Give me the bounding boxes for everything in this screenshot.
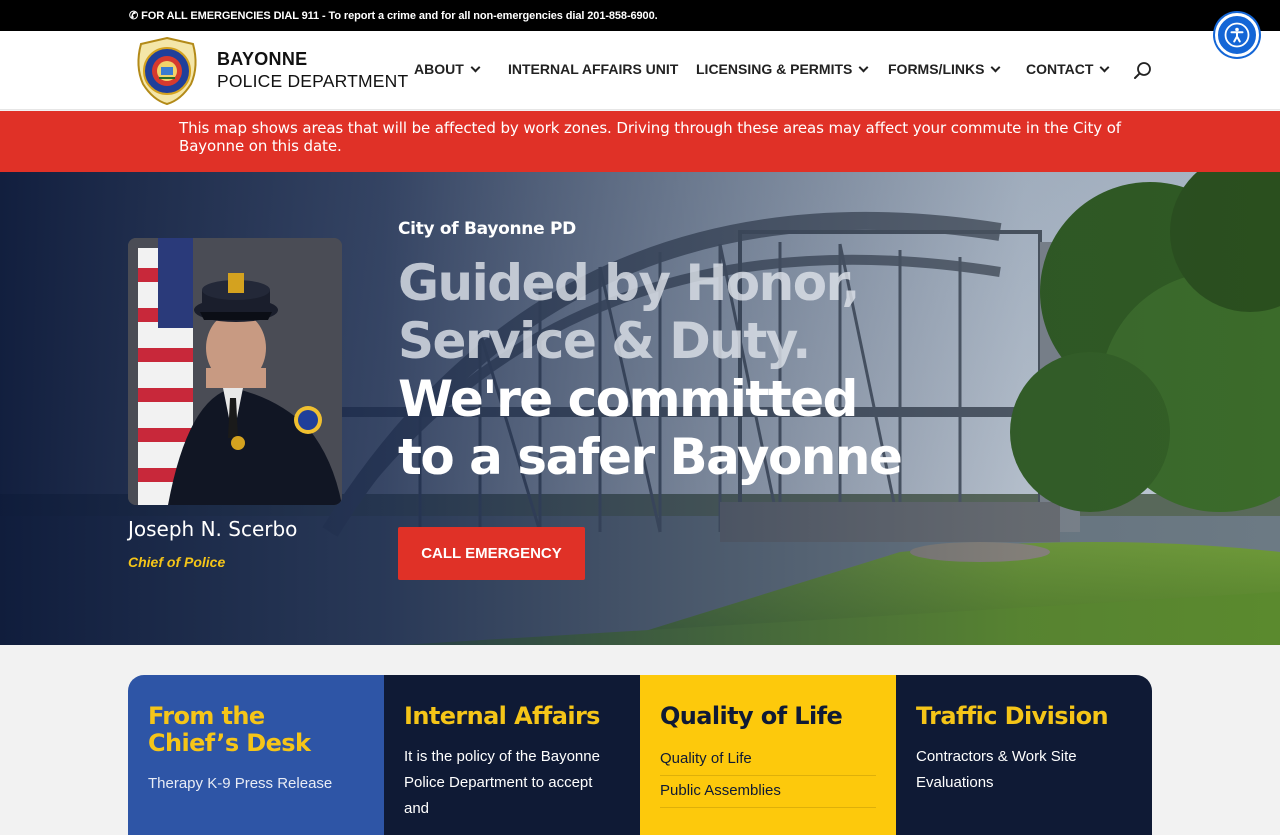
- chevron-down-icon: [1099, 62, 1110, 72]
- headline-solid-line-2: to a safer Bayonne: [398, 428, 903, 486]
- nav-item-licensing[interactable]: LICENSING & PERMITS: [696, 61, 869, 77]
- headline-faded-line-1: Guided by Honor,: [398, 254, 860, 312]
- hero-section: Joseph N. Scerbo Chief of Police City of…: [0, 172, 1280, 645]
- emergency-message-text: FOR ALL EMERGENCIES DIAL 911 - To report…: [141, 10, 658, 22]
- nav-item-label: FORMS/LINKS: [888, 61, 985, 77]
- card-link-quality-of-life[interactable]: Quality of Life: [660, 744, 876, 776]
- nav-item-about[interactable]: ABOUT: [414, 61, 481, 77]
- brand-line-2: POLICE DEPARTMENT: [217, 71, 409, 91]
- nav-item-internal-affairs[interactable]: INTERNAL AFFAIRS UNIT: [508, 61, 678, 77]
- nav-item-label: LICENSING & PERMITS: [696, 61, 853, 77]
- headline-solid-line-1: We're committed: [398, 370, 858, 428]
- card-title-line-1: From the: [148, 702, 265, 730]
- nav-item-label: INTERNAL AFFAIRS UNIT: [508, 61, 679, 77]
- card-internal-affairs: Internal Affairs It is the policy of the…: [384, 675, 640, 835]
- emergency-bar: ✆ FOR ALL EMERGENCIES DIAL 911 - To repor…: [0, 0, 1280, 31]
- card-title-line-2: Chief’s Desk: [148, 729, 311, 757]
- card-text-line-2: Police Department to accept and: [404, 774, 593, 817]
- nav-item-label: CONTACT: [1026, 61, 1094, 77]
- card-link-contractors-line-2[interactable]: Evaluations: [916, 770, 1132, 796]
- card-title[interactable]: From the Chief’s Desk: [148, 703, 364, 757]
- card-link-contractors-line-1[interactable]: Contractors & Work Site: [916, 744, 1132, 770]
- brand-line-1: BAYONNE: [217, 49, 308, 69]
- card-quality-of-life: Quality of Life Quality of Life Public A…: [640, 675, 896, 835]
- chief-title: Chief of Police: [128, 554, 226, 570]
- card-traffic-division: Traffic Division Contractors & Work Site…: [896, 675, 1152, 835]
- accessibility-button[interactable]: [1215, 13, 1259, 57]
- alert-text: This map shows areas that will be affect…: [179, 119, 1121, 155]
- police-badge-logo[interactable]: [133, 36, 201, 106]
- emergency-message: ✆ FOR ALL EMERGENCIES DIAL 911 - To repor…: [129, 9, 658, 22]
- chief-portrait: [128, 238, 342, 505]
- hero-kicker: City of Bayonne PD: [398, 219, 576, 239]
- card-title[interactable]: Internal Affairs: [404, 703, 620, 730]
- nav-item-forms[interactable]: FORMS/LINKS: [888, 61, 1001, 77]
- card-link-therapy-k9[interactable]: Therapy K-9 Press Release: [148, 771, 364, 797]
- chevron-down-icon: [470, 62, 481, 72]
- brand-name[interactable]: BAYONNE POLICE DEPARTMENT: [217, 48, 408, 92]
- nav-item-label: ABOUT: [414, 61, 464, 77]
- site-header: BAYONNE POLICE DEPARTMENT ABOUT INTERNAL…: [0, 31, 1280, 110]
- chevron-down-icon: [991, 62, 1001, 72]
- card-title[interactable]: Quality of Life: [660, 703, 876, 730]
- card-link-public-assemblies[interactable]: Public Assemblies: [660, 776, 876, 808]
- headline-faded-line-2: Service & Duty.: [398, 312, 811, 370]
- call-emergency-button[interactable]: CALL EMERGENCY: [398, 527, 585, 580]
- card-text-line-1: It is the policy of the Bayonne: [404, 748, 600, 765]
- chief-photo: [128, 238, 342, 505]
- phone-icon: ✆: [129, 10, 139, 22]
- card-chiefs-desk: From the Chief’s Desk Therapy K-9 Press …: [128, 675, 384, 835]
- chief-name: Joseph N. Scerbo: [128, 517, 298, 541]
- search-icon[interactable]: [1133, 61, 1153, 81]
- accessibility-icon: [1224, 22, 1250, 48]
- nav-item-contact[interactable]: CONTACT: [1026, 61, 1110, 77]
- work-zone-alert[interactable]: This map shows areas that will be affect…: [0, 111, 1280, 172]
- feature-cards: From the Chief’s Desk Therapy K-9 Press …: [128, 675, 1152, 835]
- card-title[interactable]: Traffic Division: [916, 703, 1132, 730]
- hero-headline: Guided by Honor, Service & Duty. We're c…: [398, 254, 903, 486]
- chevron-down-icon: [858, 62, 869, 72]
